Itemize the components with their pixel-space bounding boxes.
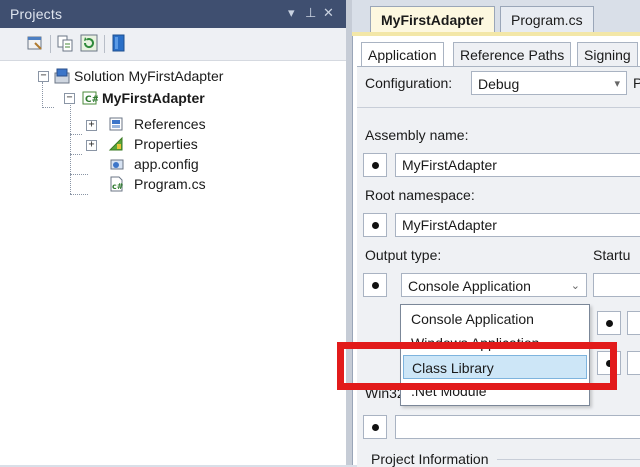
assembly-name-input[interactable]: MyFirstAdapter (395, 153, 640, 177)
tree-item-project[interactable]: − C# MyFirstAdapter (0, 88, 346, 108)
pane-dropdown-icon[interactable]: ▾ (288, 5, 295, 21)
app-config-label: app.config (134, 156, 199, 172)
refresh-icon[interactable] (80, 34, 98, 52)
divider (497, 459, 640, 460)
divider (357, 107, 640, 108)
tree-item-solution[interactable]: − Solution MyFirstAdapter (0, 66, 346, 86)
view-class-diagram-icon[interactable] (110, 34, 128, 52)
tab-program-cs[interactable]: Program.cs (500, 6, 594, 33)
annotation-highlight-box (337, 342, 617, 390)
properties-folder-icon (108, 136, 124, 152)
output-type-select[interactable]: Console Application ⌄ (401, 273, 587, 297)
output-type-value: Console Application (408, 278, 531, 294)
root-namespace-radio[interactable] (363, 213, 387, 237)
tab-application[interactable]: Application (361, 42, 444, 68)
output-type-radio[interactable] (363, 273, 387, 297)
configuration-label: Configuration: (365, 75, 453, 91)
tree-item-properties[interactable]: + Properties (0, 134, 346, 154)
startup-object-select[interactable] (593, 273, 640, 297)
root-namespace-input[interactable]: MyFirstAdapter (395, 213, 640, 237)
assembly-name-label: Assembly name: (365, 127, 469, 143)
platform-label-truncated: P (633, 75, 640, 91)
icon-radio[interactable] (597, 311, 621, 335)
configuration-value: Debug (478, 76, 520, 92)
solution-icon (54, 68, 70, 84)
csharp-project-icon: C# (82, 90, 99, 106)
show-all-files-icon[interactable] (56, 34, 74, 52)
tree-item-program-cs[interactable]: c# Program.cs (0, 174, 346, 194)
application-settings: Configuration: Debug ▾ P Assembly name: … (357, 66, 640, 467)
references-label: References (134, 116, 206, 132)
properties-label: Properties (134, 136, 198, 152)
program-cs-label: Program.cs (134, 176, 206, 192)
chevron-down-icon: ▾ (614, 78, 620, 90)
svg-text:C#: C# (85, 95, 98, 105)
pin-icon[interactable]: ⊥ (305, 5, 316, 21)
projects-pane: Projects ▾ ⊥ ✕ − Solution MyFirstAdapter… (0, 0, 346, 465)
icon-input[interactable] (627, 311, 640, 335)
projects-toolbar (0, 28, 346, 61)
solution-label: Solution MyFirstAdapter (74, 68, 224, 84)
projects-pane-header: Projects ▾ ⊥ ✕ (0, 0, 346, 28)
root-namespace-label: Root namespace: (365, 187, 475, 203)
properties-icon[interactable] (26, 34, 44, 52)
manifest-input[interactable] (627, 351, 640, 375)
collapse-icon[interactable]: − (38, 71, 49, 82)
chevron-down-icon: ⌄ (570, 280, 580, 292)
references-icon (108, 116, 124, 132)
csharp-file-icon: c# (108, 176, 124, 192)
tab-signing[interactable]: Signing (577, 42, 638, 68)
tree-item-app-config[interactable]: app.config (0, 154, 346, 174)
expand-icon[interactable]: + (86, 140, 97, 151)
win32-resource-input[interactable] (395, 415, 640, 439)
tree-item-references[interactable]: + References (0, 114, 346, 134)
option-console-application[interactable]: Console Application (403, 307, 587, 331)
tab-myfirstadapter[interactable]: MyFirstAdapter (370, 6, 495, 33)
close-icon[interactable]: ✕ (323, 5, 334, 21)
project-label: MyFirstAdapter (102, 90, 205, 106)
collapse-icon[interactable]: − (64, 93, 75, 104)
expand-icon[interactable]: + (86, 120, 97, 131)
projects-pane-title: Projects (10, 6, 63, 22)
startup-label-truncated: Startu (593, 247, 631, 263)
assembly-name-radio[interactable] (363, 153, 387, 177)
win32-resource-radio[interactable] (363, 415, 387, 439)
tab-reference-paths[interactable]: Reference Paths (453, 42, 572, 68)
svg-text:c#: c# (112, 182, 124, 191)
configuration-select[interactable]: Debug ▾ (471, 71, 627, 95)
config-file-icon (108, 156, 124, 172)
output-type-label: Output type: (365, 247, 442, 263)
